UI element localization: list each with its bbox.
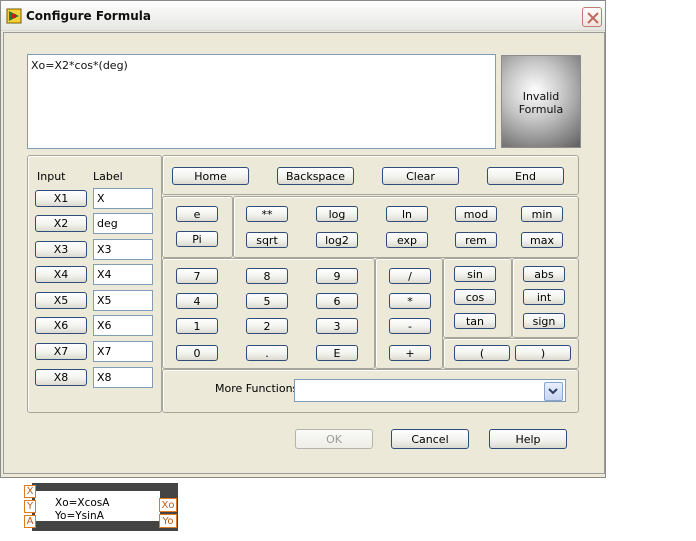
formula-status-indicator: Invalid Formula [501,55,581,148]
min-button[interactable]: min [521,206,563,222]
sin-button[interactable]: sin [454,266,496,282]
digit-7-button[interactable]: 7 [176,268,218,284]
close-button[interactable] [582,7,602,27]
int-button[interactable]: int [523,289,565,305]
constant-e-button[interactable]: e [176,206,218,222]
input-x6-button[interactable]: X6 [35,317,87,334]
input-x4-button[interactable]: X4 [35,266,87,283]
digit-1-button[interactable]: 1 [176,318,218,334]
close-paren-button[interactable]: ) [515,345,571,361]
input-x7-button[interactable]: X7 [35,343,87,360]
output-terminal-xo[interactable]: Xo [159,498,177,512]
tan-button[interactable]: tan [454,313,496,329]
clear-button[interactable]: Clear [382,167,459,185]
formula-node-text: Xo=XcosA Yo=YsinA [55,497,110,522]
label-x3-field[interactable]: X3 [93,239,153,260]
output-terminal-yo[interactable]: Yo [159,514,177,528]
rem-button[interactable]: rem [455,232,497,248]
chevron-down-icon [548,388,558,395]
digit-4-button[interactable]: 4 [176,293,218,309]
formula-status-text: Invalid Formula [518,90,564,116]
constant-pi-button[interactable]: Pi [176,231,218,247]
end-button[interactable]: End [487,167,564,185]
input-terminal-a[interactable]: A [24,515,36,528]
input-terminal-y[interactable]: Y [24,500,36,513]
digit-8-button[interactable]: 8 [246,268,288,284]
labview-app-icon [6,8,22,24]
home-button[interactable]: Home [172,167,249,185]
label-x7-field[interactable]: X7 [93,341,153,362]
ln-button[interactable]: ln [386,206,428,222]
input-x8-button[interactable]: X8 [35,369,87,386]
digit-5-button[interactable]: 5 [246,293,288,309]
input-column-header: Input [37,170,66,183]
more-functions-select[interactable] [294,379,566,402]
add-button[interactable]: + [389,345,431,361]
power-button[interactable]: ** [246,206,288,222]
sqrt-button[interactable]: sqrt [246,232,288,248]
formula-text: Xo=X2*cos*(deg) [31,59,128,72]
divide-button[interactable]: / [389,268,431,284]
digit-3-button[interactable]: 3 [316,318,358,334]
input-terminal-x[interactable]: X [24,485,36,498]
dropdown-arrow[interactable] [544,382,563,401]
digit-2-button[interactable]: 2 [246,318,288,334]
label-column-header: Label [93,170,123,183]
log-button[interactable]: log [316,206,358,222]
more-functions-label: More Functions [215,382,299,395]
sign-button[interactable]: sign [523,313,565,329]
backspace-button[interactable]: Backspace [277,167,354,185]
formula-node-block[interactable]: X Y A Xo Yo Xo=XcosA Yo=YsinA [22,483,179,531]
digit-9-button[interactable]: 9 [316,268,358,284]
multiply-button[interactable]: * [389,293,431,309]
exp-button[interactable]: exp [386,232,428,248]
input-x5-button[interactable]: X5 [35,292,87,309]
digit-6-button[interactable]: 6 [316,293,358,309]
window-title: Configure Formula [26,9,151,23]
help-button[interactable]: Help [489,429,567,449]
cancel-button[interactable]: Cancel [391,429,469,449]
label-x1-field[interactable]: X [93,188,153,209]
label-x6-field[interactable]: X6 [93,315,153,336]
input-x2-button[interactable]: X2 [35,215,87,232]
abs-button[interactable]: abs [523,266,565,282]
label-x4-field[interactable]: X4 [93,264,153,285]
label-x5-field[interactable]: X5 [93,290,153,311]
label-x2-field[interactable]: deg [93,213,153,234]
digit-0-button[interactable]: 0 [176,345,218,361]
max-button[interactable]: max [521,232,563,248]
close-icon [587,12,599,24]
open-paren-button[interactable]: ( [454,345,510,361]
decimal-point-button[interactable]: . [246,345,288,361]
input-x1-button[interactable]: X1 [35,190,87,207]
label-x8-field[interactable]: X8 [93,367,153,388]
ok-button[interactable]: OK [295,429,373,449]
exponent-e-button[interactable]: E [316,345,358,361]
input-x3-button[interactable]: X3 [35,241,87,258]
mod-button[interactable]: mod [455,206,497,222]
log2-button[interactable]: log2 [316,232,358,248]
formula-input[interactable]: Xo=X2*cos*(deg) [27,54,496,149]
cos-button[interactable]: cos [454,289,496,305]
title-bar[interactable]: Configure Formula [1,1,605,31]
subtract-button[interactable]: - [389,318,431,334]
